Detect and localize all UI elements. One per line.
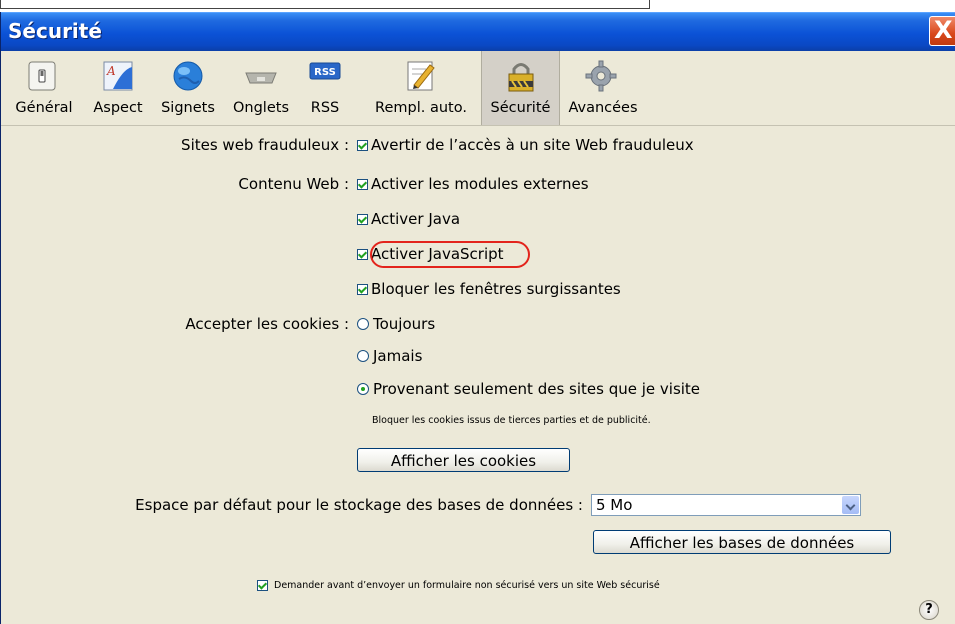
fraud-warning-option[interactable]: Avertir de l’accès à un site Web fraudul… — [357, 136, 694, 154]
tab-security-label: Sécurité — [490, 100, 551, 116]
db-storage-select[interactable]: 5 Mo — [591, 494, 861, 516]
tab-autofill[interactable]: Rempl. auto. — [362, 51, 480, 125]
tab-bookmarks[interactable]: Signets — [152, 51, 224, 125]
preferences-toolbar: Général A Aspect Signets Onglets RSS RSS… — [1, 51, 955, 126]
show-cookies-button[interactable]: Afficher les cookies — [357, 448, 570, 472]
tab-general[interactable]: Général — [7, 51, 81, 125]
cookies-visited-radio[interactable] — [357, 383, 369, 395]
javascript-highlight-circle — [370, 241, 530, 268]
fraud-sites-label: Sites web frauduleux : — [181, 136, 349, 154]
cookies-hint: Bloquer les cookies issus de tierces par… — [372, 415, 651, 426]
background-window-frame — [0, 0, 650, 9]
advanced-gear-icon — [585, 60, 617, 92]
insecure-form-option[interactable]: Demander avant d’envoyer un formulaire n… — [257, 580, 660, 591]
fraud-warning-checkbox[interactable] — [357, 139, 368, 151]
insecure-form-text: Demander avant d’envoyer un formulaire n… — [274, 580, 660, 591]
tabs-icon — [245, 72, 277, 84]
cookies-always-text: Toujours — [373, 315, 436, 333]
cookies-always-radio[interactable] — [357, 318, 369, 330]
java-option[interactable]: Activer Java — [357, 210, 460, 228]
bookmarks-globe-icon — [173, 61, 203, 91]
tab-tabs-label: Onglets — [233, 100, 289, 116]
help-button[interactable]: ? — [919, 600, 939, 620]
java-text: Activer Java — [371, 210, 461, 228]
javascript-checkbox[interactable] — [357, 248, 368, 260]
rss-icon: RSS — [309, 62, 341, 80]
tab-bookmarks-label: Signets — [161, 100, 215, 116]
close-button[interactable]: X — [929, 16, 955, 46]
tab-general-label: Général — [15, 100, 73, 116]
db-storage-value: 5 Mo — [596, 496, 633, 514]
rss-badge-text: RSS — [314, 67, 336, 78]
tab-rss[interactable]: RSS RSS — [301, 51, 349, 125]
tab-autofill-label: Rempl. auto. — [375, 100, 467, 116]
security-panel: Sites web frauduleux : Avertir de l’accè… — [1, 126, 955, 624]
popup-block-text: Bloquer les fenêtres surgissantes — [371, 280, 621, 298]
plugins-text: Activer les modules externes — [371, 175, 589, 193]
svg-text:A: A — [106, 64, 116, 78]
popup-block-option[interactable]: Bloquer les fenêtres surgissantes — [357, 280, 621, 298]
cookies-never-text: Jamais — [373, 347, 423, 365]
tab-appearance-label: Aspect — [93, 100, 143, 116]
cookies-never-radio[interactable] — [357, 350, 369, 362]
help-icon: ? — [925, 602, 933, 617]
preferences-window: Sécurité X Général A Aspect Signets Ongl… — [0, 12, 955, 624]
autofill-pencil-icon — [407, 61, 435, 91]
tab-security[interactable]: Sécurité — [481, 51, 560, 125]
general-switch-icon — [28, 61, 56, 91]
window-title: Sécurité — [8, 19, 102, 43]
chevron-down-icon[interactable] — [842, 496, 859, 514]
insecure-form-checkbox[interactable] — [257, 580, 268, 591]
tab-appearance[interactable]: A Aspect — [85, 51, 151, 125]
close-icon: X — [934, 16, 953, 44]
db-storage-label: Espace par défaut pour le stockage des b… — [135, 496, 583, 514]
tab-advanced-label: Avancées — [568, 100, 638, 116]
plugins-checkbox[interactable] — [357, 178, 368, 190]
cookies-visited-option[interactable]: Provenant seulement des sites que je vis… — [357, 380, 700, 398]
plugins-option[interactable]: Activer les modules externes — [357, 175, 589, 193]
popup-block-checkbox[interactable] — [357, 283, 368, 295]
security-lock-icon — [508, 63, 534, 92]
title-bar: Sécurité X — [1, 12, 955, 51]
tab-advanced[interactable]: Avancées — [562, 51, 644, 125]
cookies-label: Accepter les cookies : — [185, 315, 349, 333]
cookies-never-option[interactable]: Jamais — [357, 347, 422, 365]
tab-rss-label: RSS — [310, 100, 340, 116]
web-content-label: Contenu Web : — [238, 175, 349, 193]
tab-tabs[interactable]: Onglets — [226, 51, 296, 125]
show-databases-button[interactable]: Afficher les bases de données — [593, 530, 891, 554]
fraud-warning-text: Avertir de l’accès à un site Web fraudul… — [371, 136, 694, 154]
background-window-strip — [0, 0, 955, 12]
cookies-visited-text: Provenant seulement des sites que je vis… — [373, 380, 701, 398]
java-checkbox[interactable] — [357, 213, 368, 225]
cookies-always-option[interactable]: Toujours — [357, 315, 435, 333]
appearance-font-icon: A — [103, 61, 133, 91]
